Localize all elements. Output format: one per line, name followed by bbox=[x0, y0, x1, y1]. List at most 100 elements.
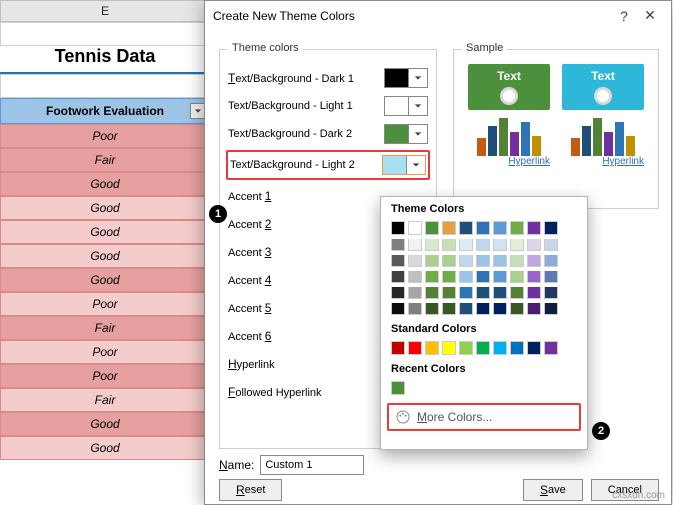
color-swatch[interactable] bbox=[408, 303, 422, 315]
color-swatch[interactable] bbox=[408, 271, 422, 283]
color-swatch[interactable] bbox=[425, 221, 439, 235]
color-swatch[interactable] bbox=[544, 287, 558, 299]
color-swatch[interactable] bbox=[544, 271, 558, 283]
color-swatch[interactable] bbox=[527, 271, 541, 283]
table-row[interactable]: Poor bbox=[0, 124, 210, 148]
color-swatch[interactable] bbox=[527, 239, 541, 251]
color-swatch[interactable] bbox=[425, 287, 439, 299]
color-swatch[interactable] bbox=[510, 271, 524, 283]
color-swatch[interactable] bbox=[391, 255, 405, 267]
color-swatch[interactable] bbox=[527, 221, 541, 235]
chevron-down-icon bbox=[409, 130, 427, 138]
table-row[interactable]: Poor bbox=[0, 364, 210, 388]
color-swatch[interactable] bbox=[425, 271, 439, 283]
color-swatch[interactable] bbox=[527, 303, 541, 315]
color-swatch-button[interactable] bbox=[382, 155, 426, 175]
table-header[interactable]: Footwork Evaluation bbox=[0, 98, 210, 124]
table-row[interactable]: Fair bbox=[0, 316, 210, 340]
color-swatch[interactable] bbox=[527, 287, 541, 299]
reset-button[interactable]: Reset bbox=[219, 479, 282, 501]
color-swatch[interactable] bbox=[391, 287, 405, 299]
color-swatch[interactable] bbox=[510, 221, 524, 235]
color-swatch[interactable] bbox=[391, 381, 405, 395]
color-swatch[interactable] bbox=[459, 221, 473, 235]
color-swatch[interactable] bbox=[544, 303, 558, 315]
color-swatch[interactable] bbox=[493, 221, 507, 235]
more-colors-button[interactable]: More Colors... bbox=[387, 403, 581, 431]
color-swatch[interactable] bbox=[459, 287, 473, 299]
color-swatch[interactable] bbox=[493, 239, 507, 251]
color-swatch[interactable] bbox=[476, 239, 490, 251]
color-swatch[interactable] bbox=[510, 303, 524, 315]
table-row[interactable]: Good bbox=[0, 244, 210, 268]
color-swatch[interactable] bbox=[408, 287, 422, 299]
color-swatch[interactable] bbox=[527, 255, 541, 267]
color-swatch[interactable] bbox=[391, 239, 405, 251]
color-swatch[interactable] bbox=[476, 255, 490, 267]
color-swatch[interactable] bbox=[391, 271, 405, 283]
color-swatch[interactable] bbox=[476, 221, 490, 235]
color-swatch[interactable] bbox=[408, 221, 422, 235]
table-row[interactable]: Good bbox=[0, 412, 210, 436]
color-swatch[interactable] bbox=[459, 255, 473, 267]
color-swatch[interactable] bbox=[510, 239, 524, 251]
color-swatch[interactable] bbox=[425, 303, 439, 315]
color-swatch[interactable] bbox=[442, 271, 456, 283]
swatch-color bbox=[383, 156, 407, 174]
column-header[interactable]: E bbox=[0, 0, 210, 22]
color-swatch[interactable] bbox=[425, 239, 439, 251]
table-row[interactable]: Poor bbox=[0, 292, 210, 316]
color-swatch[interactable] bbox=[391, 341, 405, 355]
color-swatch[interactable] bbox=[442, 221, 456, 235]
color-swatch[interactable] bbox=[544, 255, 558, 267]
color-swatch[interactable] bbox=[408, 341, 422, 355]
color-swatch[interactable] bbox=[476, 271, 490, 283]
color-swatch[interactable] bbox=[544, 221, 558, 235]
color-swatch[interactable] bbox=[442, 341, 456, 355]
table-row[interactable]: Good bbox=[0, 172, 210, 196]
color-swatch[interactable] bbox=[442, 239, 456, 251]
color-swatch[interactable] bbox=[442, 287, 456, 299]
help-icon[interactable]: ? bbox=[611, 8, 637, 24]
color-swatch[interactable] bbox=[391, 221, 405, 235]
table-row[interactable]: Good bbox=[0, 436, 210, 460]
table-row[interactable]: Good bbox=[0, 268, 210, 292]
color-swatch[interactable] bbox=[442, 303, 456, 315]
close-icon[interactable]: ✕ bbox=[637, 7, 663, 24]
color-swatch-button[interactable] bbox=[384, 68, 428, 88]
color-swatch[interactable] bbox=[459, 303, 473, 315]
color-swatch[interactable] bbox=[510, 341, 524, 355]
color-swatch[interactable] bbox=[408, 255, 422, 267]
table-row[interactable]: Good bbox=[0, 196, 210, 220]
color-swatch[interactable] bbox=[510, 287, 524, 299]
color-swatch[interactable] bbox=[493, 287, 507, 299]
color-swatch[interactable] bbox=[476, 341, 490, 355]
group-label: Theme colors bbox=[228, 42, 303, 54]
table-row[interactable]: Poor bbox=[0, 340, 210, 364]
color-swatch-button[interactable] bbox=[384, 124, 428, 144]
color-swatch[interactable] bbox=[544, 239, 558, 251]
color-swatch[interactable] bbox=[527, 341, 541, 355]
color-swatch[interactable] bbox=[425, 341, 439, 355]
table-row[interactable]: Fair bbox=[0, 388, 210, 412]
color-swatch[interactable] bbox=[442, 255, 456, 267]
color-swatch[interactable] bbox=[408, 239, 422, 251]
color-swatch[interactable] bbox=[391, 303, 405, 315]
color-swatch[interactable] bbox=[544, 341, 558, 355]
color-swatch[interactable] bbox=[476, 287, 490, 299]
name-input[interactable] bbox=[260, 455, 364, 475]
table-row[interactable]: Good bbox=[0, 220, 210, 244]
color-swatch[interactable] bbox=[425, 255, 439, 267]
color-swatch[interactable] bbox=[459, 271, 473, 283]
color-swatch[interactable] bbox=[476, 303, 490, 315]
color-swatch[interactable] bbox=[459, 341, 473, 355]
save-button[interactable]: Save bbox=[523, 479, 583, 501]
color-swatch[interactable] bbox=[459, 239, 473, 251]
color-swatch[interactable] bbox=[493, 303, 507, 315]
color-swatch-button[interactable] bbox=[384, 96, 428, 116]
color-swatch[interactable] bbox=[493, 271, 507, 283]
color-swatch[interactable] bbox=[493, 341, 507, 355]
color-swatch[interactable] bbox=[493, 255, 507, 267]
color-swatch[interactable] bbox=[510, 255, 524, 267]
table-row[interactable]: Fair bbox=[0, 148, 210, 172]
